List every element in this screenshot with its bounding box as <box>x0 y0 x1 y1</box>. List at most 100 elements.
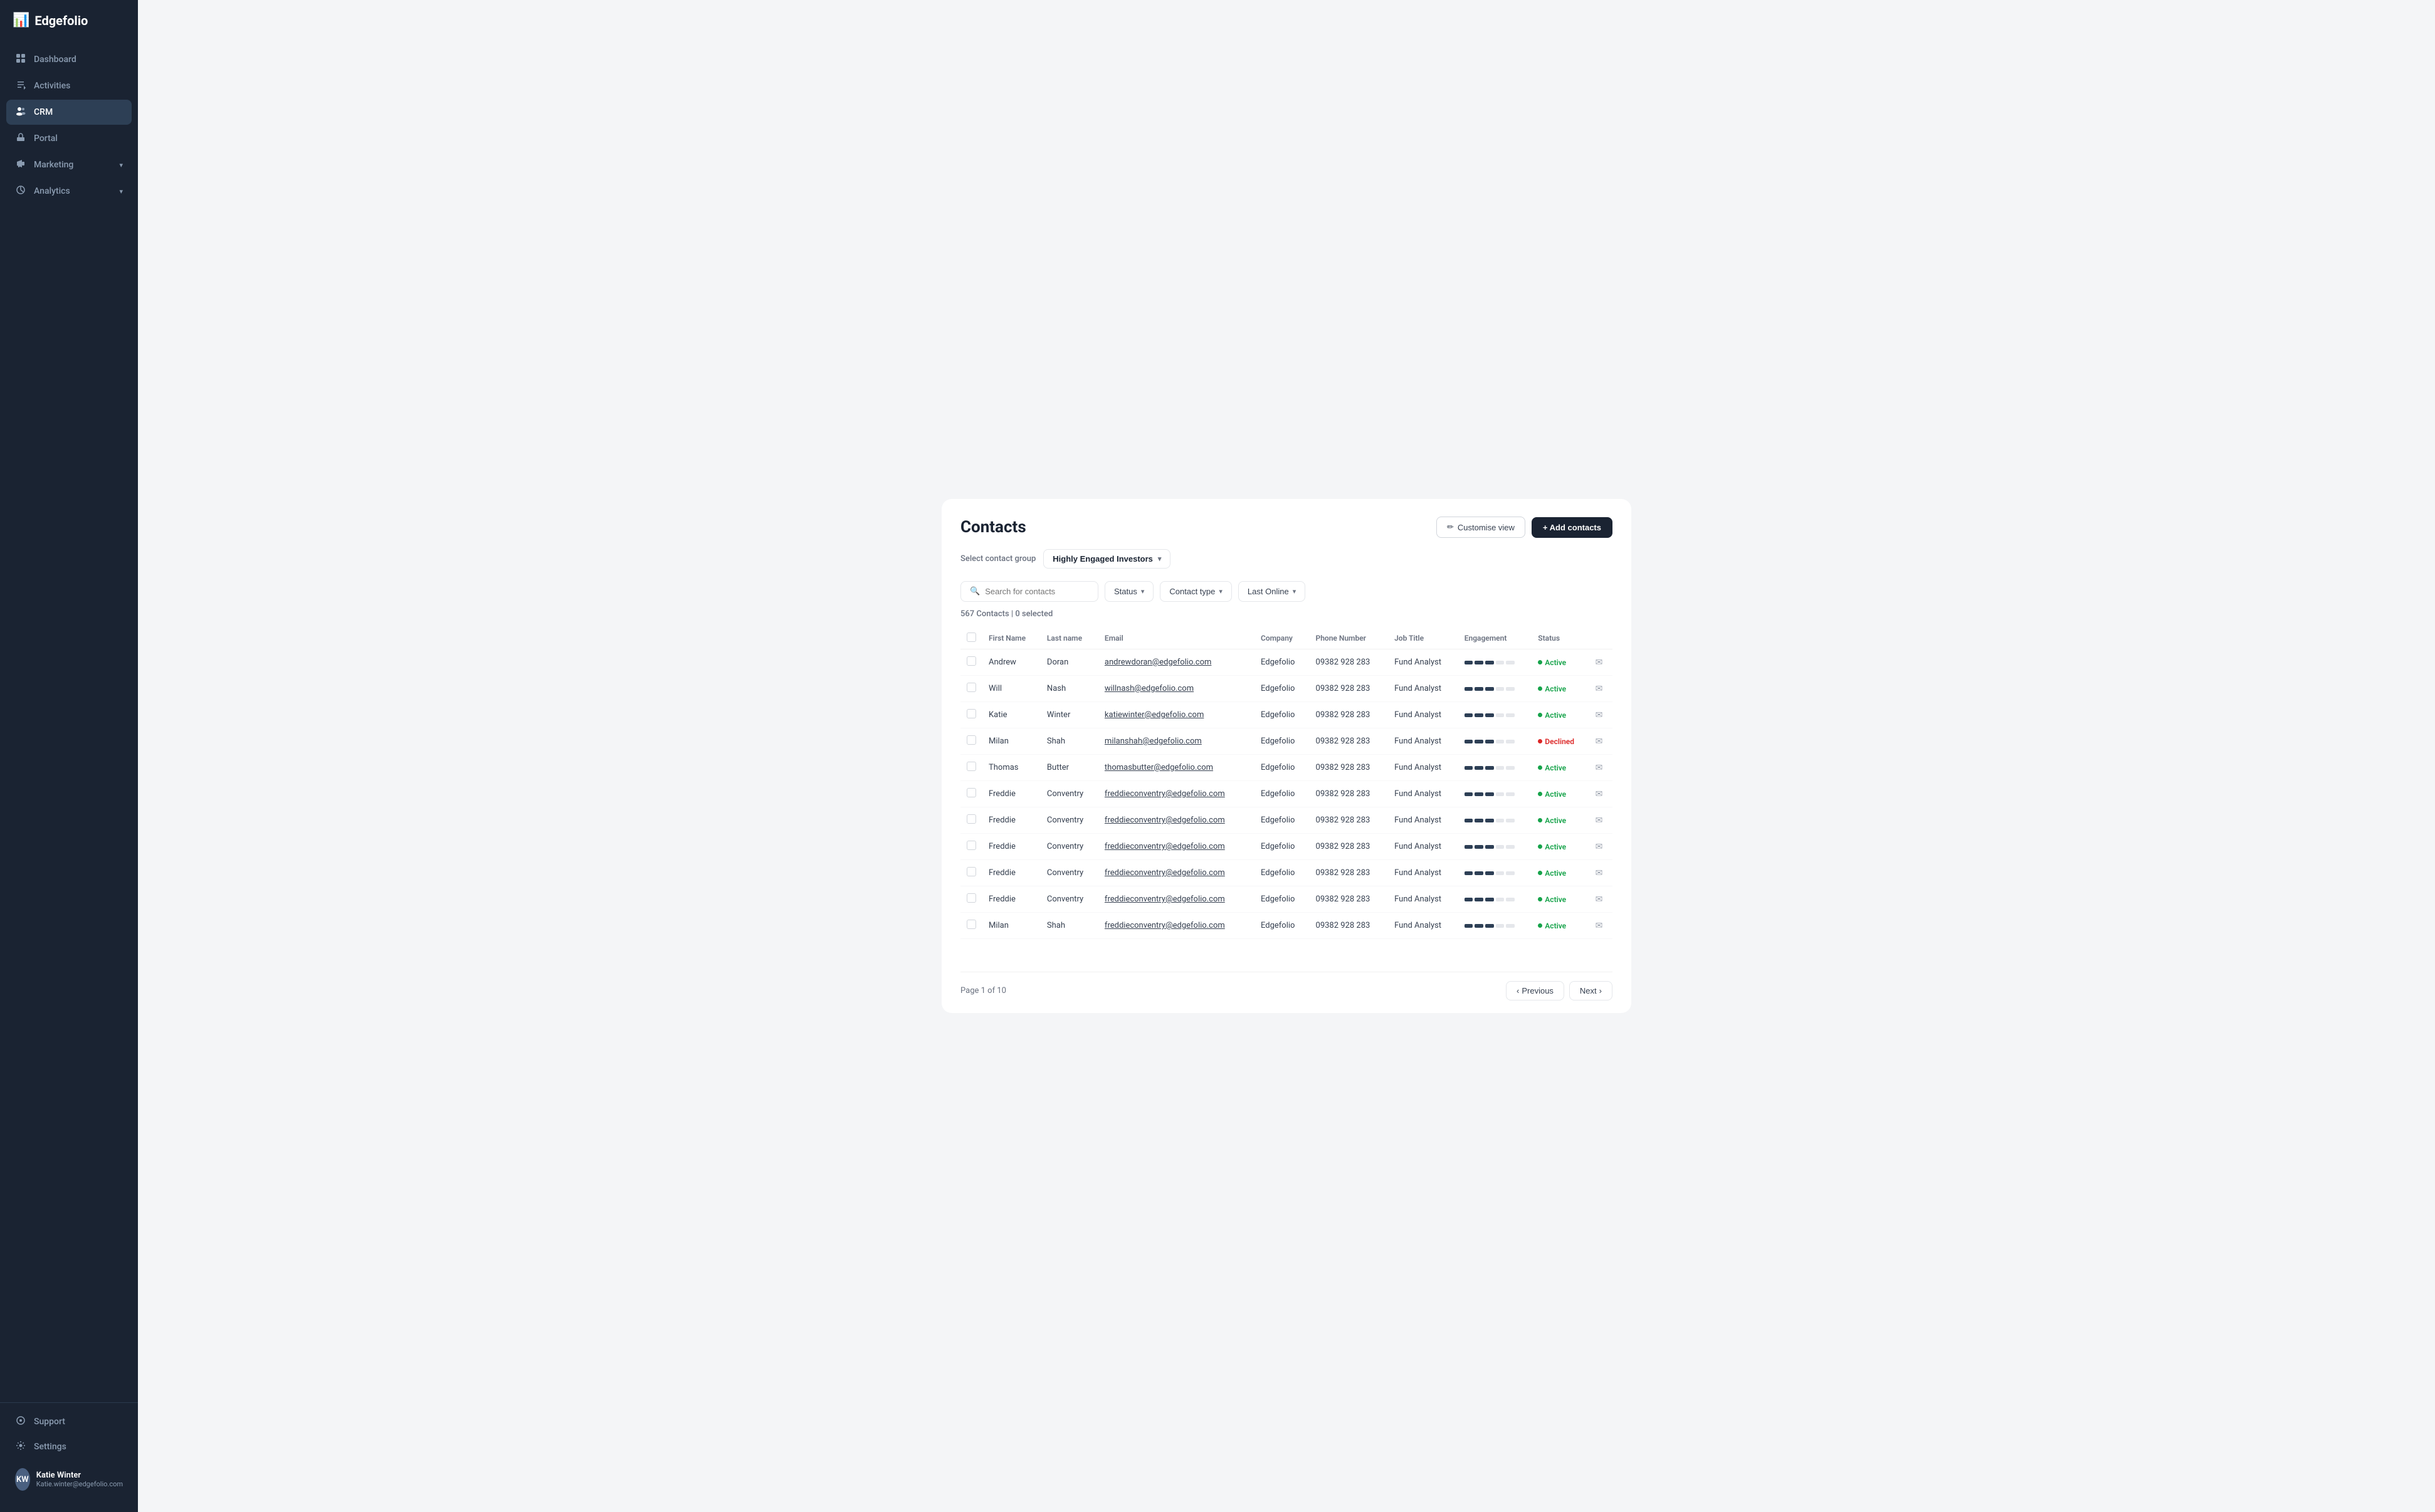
status-filter-button[interactable]: Status ▾ <box>1105 581 1154 602</box>
mail-icon[interactable]: ✉ <box>1596 895 1603 905</box>
job-title: Fund Analyst <box>1388 886 1458 913</box>
sidebar-item-label: Portal <box>34 134 58 144</box>
table-row: Thomas Butter thomasbutter@edgefolio.com… <box>960 755 1612 781</box>
row-checkbox[interactable] <box>967 867 976 876</box>
row-checkbox[interactable] <box>967 814 976 824</box>
sidebar-item-portal[interactable]: Portal <box>6 126 132 151</box>
mail-action[interactable]: ✉ <box>1589 728 1612 755</box>
sidebar-nav: Dashboard Activities CRM Portal Marketin… <box>0 47 138 1396</box>
table-row: Freddie Conventry freddieconventry@edgef… <box>960 781 1612 807</box>
mail-icon[interactable]: ✉ <box>1596 684 1603 694</box>
sidebar-item-analytics[interactable]: Analytics ▾ <box>6 179 132 204</box>
first-name: Katie <box>982 702 1041 728</box>
row-checkbox[interactable] <box>967 841 976 850</box>
search-box[interactable]: 🔍 <box>960 581 1098 602</box>
mail-icon[interactable]: ✉ <box>1596 789 1603 799</box>
phone: 09382 928 283 <box>1310 834 1389 860</box>
customise-view-button[interactable]: ✏ Customise view <box>1436 517 1525 538</box>
mail-icon[interactable]: ✉ <box>1596 842 1603 852</box>
page-info: Page 1 of 10 <box>960 986 1006 995</box>
row-checkbox[interactable] <box>967 683 976 692</box>
mail-icon[interactable]: ✉ <box>1596 710 1603 720</box>
email-link[interactable]: milanshah@edgefolio.com <box>1105 737 1202 746</box>
mail-action[interactable]: ✉ <box>1589 913 1612 939</box>
row-checkbox[interactable] <box>967 709 976 718</box>
sidebar-item-marketing[interactable]: Marketing ▾ <box>6 152 132 177</box>
company: Edgefolio <box>1254 676 1310 702</box>
mail-action[interactable]: ✉ <box>1589 649 1612 676</box>
email: freddieconventry@edgefolio.com <box>1098 781 1254 807</box>
row-checkbox[interactable] <box>967 788 976 797</box>
chevron-down-icon: ▾ <box>1141 587 1145 596</box>
engagement-bar <box>1458 860 1532 886</box>
mail-action[interactable]: ✉ <box>1589 860 1612 886</box>
email-link[interactable]: freddieconventry@edgefolio.com <box>1105 895 1225 904</box>
email-link[interactable]: freddieconventry@edgefolio.com <box>1105 816 1225 825</box>
company: Edgefolio <box>1254 886 1310 913</box>
sidebar-item-support[interactable]: Support <box>6 1409 132 1434</box>
row-checkbox[interactable] <box>967 893 976 903</box>
filters-bar: 🔍 Status ▾ Contact type ▾ Last Online ▾ <box>960 581 1612 602</box>
email-link[interactable]: thomasbutter@edgefolio.com <box>1105 763 1213 772</box>
mail-icon[interactable]: ✉ <box>1596 868 1603 878</box>
email-link[interactable]: freddieconventry@edgefolio.com <box>1105 921 1225 930</box>
row-checkbox[interactable] <box>967 656 976 666</box>
mail-action[interactable]: ✉ <box>1589 834 1612 860</box>
last-name: Butter <box>1041 755 1098 781</box>
add-contacts-button[interactable]: + Add contacts <box>1532 517 1612 538</box>
last-name: Nash <box>1041 676 1098 702</box>
status-badge: Active <box>1532 834 1589 860</box>
phone: 09382 928 283 <box>1310 913 1389 939</box>
email-link[interactable]: freddieconventry@edgefolio.com <box>1105 842 1225 851</box>
email: freddieconventry@edgefolio.com <box>1098 807 1254 834</box>
contacts-table: First Name Last name Email Company Phone… <box>960 627 1612 939</box>
mail-icon[interactable]: ✉ <box>1596 737 1603 747</box>
email-link[interactable]: andrewdoran@edgefolio.com <box>1105 658 1212 667</box>
row-checkbox[interactable] <box>967 762 976 771</box>
row-checkbox[interactable] <box>967 920 976 929</box>
email-link[interactable]: katiewinter@edgefolio.com <box>1105 710 1204 720</box>
mail-action[interactable]: ✉ <box>1589 755 1612 781</box>
next-button[interactable]: Next › <box>1569 981 1612 1000</box>
mail-action[interactable]: ✉ <box>1589 807 1612 834</box>
email-link[interactable]: willnash@edgefolio.com <box>1105 684 1194 693</box>
previous-button[interactable]: ‹ Previous <box>1506 981 1564 1000</box>
mail-icon[interactable]: ✉ <box>1596 921 1603 931</box>
email: andrewdoran@edgefolio.com <box>1098 649 1254 676</box>
last-online-filter-button[interactable]: Last Online ▾ <box>1238 581 1305 602</box>
mail-action[interactable]: ✉ <box>1589 781 1612 807</box>
table-row: Freddie Conventry freddieconventry@edgef… <box>960 860 1612 886</box>
row-checkbox[interactable] <box>967 735 976 745</box>
status-badge: Active <box>1532 781 1589 807</box>
email-link[interactable]: freddieconventry@edgefolio.com <box>1105 868 1225 878</box>
sidebar-item-activities[interactable]: Activities <box>6 73 132 98</box>
pagination: Page 1 of 10 ‹ Previous Next › <box>960 972 1612 1000</box>
sidebar-item-settings[interactable]: Settings <box>6 1434 132 1459</box>
user-profile[interactable]: KW Katie Winter Katie.winter@edgefolio.c… <box>6 1459 132 1499</box>
mail-action[interactable]: ✉ <box>1589 886 1612 913</box>
sidebar-item-label: CRM <box>34 107 53 117</box>
mail-action[interactable]: ✉ <box>1589 702 1612 728</box>
company: Edgefolio <box>1254 807 1310 834</box>
user-text: Katie Winter Katie.winter@edgefolio.com <box>36 1471 123 1488</box>
email-link[interactable]: freddieconventry@edgefolio.com <box>1105 789 1225 799</box>
col-email: Email <box>1098 627 1254 649</box>
search-input[interactable] <box>985 587 1089 596</box>
mail-icon[interactable]: ✉ <box>1596 816 1603 826</box>
page-title: Contacts <box>960 518 1026 537</box>
user-name: Katie Winter <box>36 1471 123 1480</box>
status-badge: Active <box>1532 807 1589 834</box>
sidebar-item-label: Settings <box>34 1442 66 1452</box>
contact-type-filter-button[interactable]: Contact type ▾ <box>1160 581 1232 602</box>
select-all-checkbox[interactable] <box>967 633 976 642</box>
mail-action[interactable]: ✉ <box>1589 676 1612 702</box>
sidebar-item-crm[interactable]: CRM <box>6 100 132 125</box>
mail-icon[interactable]: ✉ <box>1596 763 1603 773</box>
sidebar-item-dashboard[interactable]: Dashboard <box>6 47 132 72</box>
company: Edgefolio <box>1254 834 1310 860</box>
company: Edgefolio <box>1254 728 1310 755</box>
mail-icon[interactable]: ✉ <box>1596 658 1603 668</box>
group-dropdown-button[interactable]: Highly Engaged Investors ▾ <box>1043 549 1170 569</box>
status-badge: Active <box>1532 755 1589 781</box>
sidebar-bottom: Support Settings KW Katie Winter Katie.w… <box>0 1402 138 1499</box>
